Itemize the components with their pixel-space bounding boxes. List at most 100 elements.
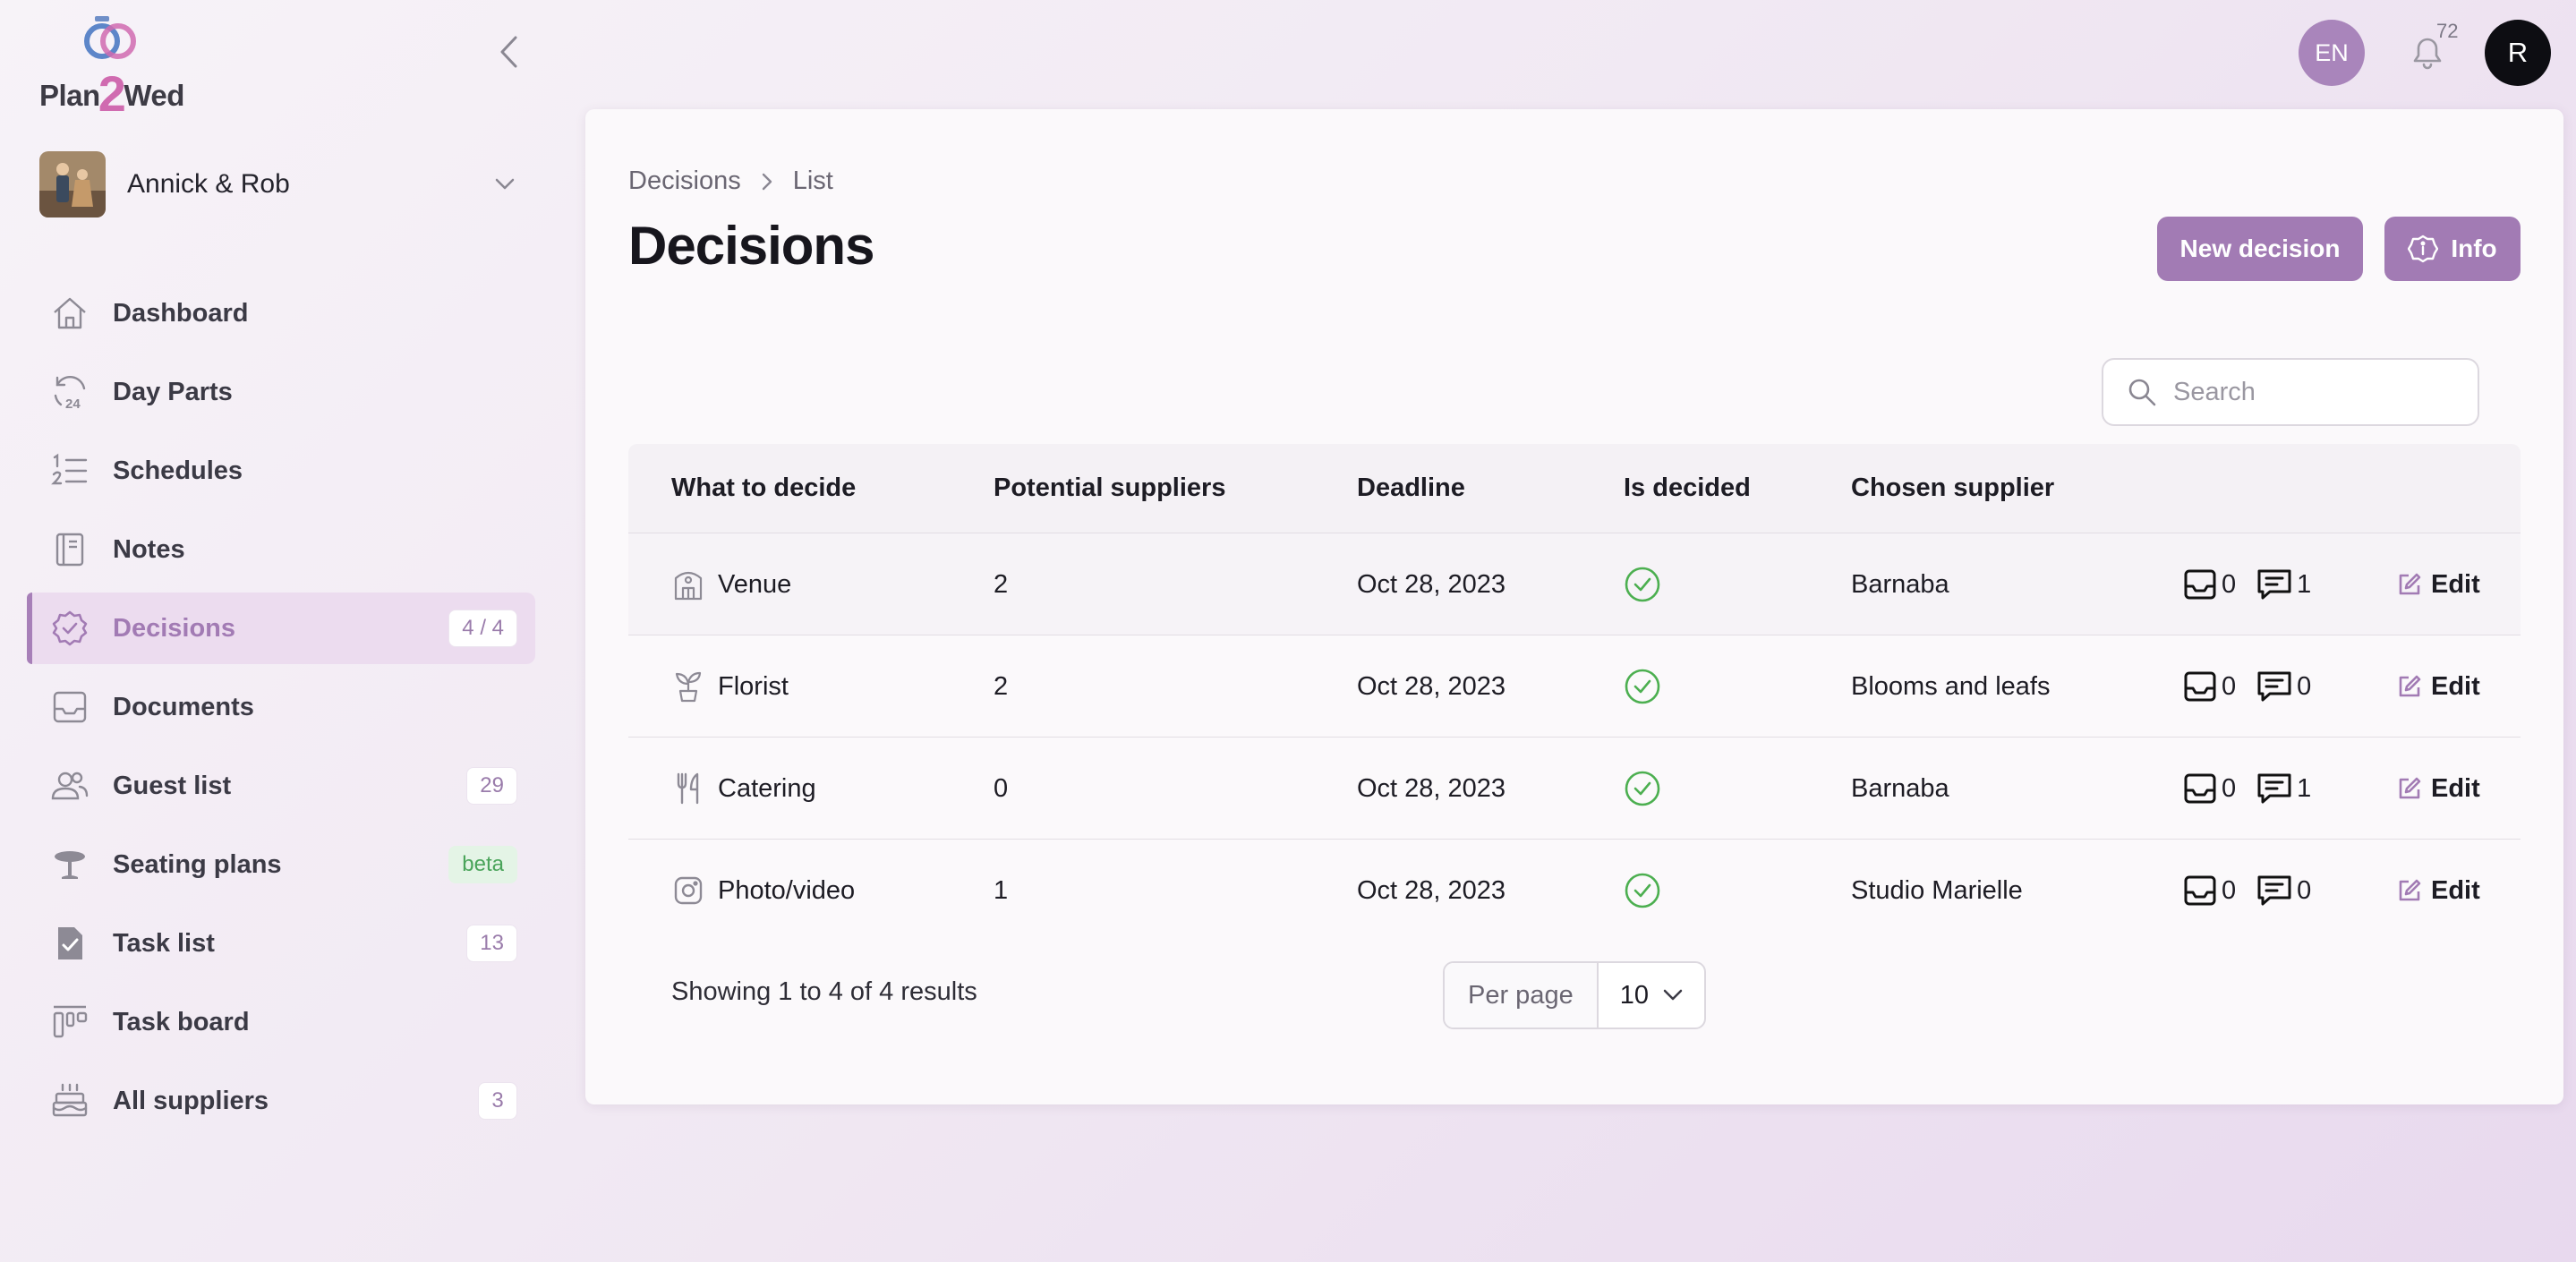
- clipboard-check-icon: [48, 922, 91, 965]
- user-avatar-button[interactable]: R: [2485, 20, 2551, 86]
- edit-button[interactable]: Edit: [2397, 635, 2480, 738]
- supplier-count-badge: 3: [478, 1082, 517, 1120]
- badge-check-icon: [48, 607, 91, 650]
- check-circle-icon: [1625, 873, 1660, 908]
- breadcrumb-decisions-link[interactable]: Decisions: [628, 166, 741, 196]
- new-decision-button[interactable]: New decision: [2157, 217, 2363, 281]
- chevron-down-icon: [1663, 989, 1683, 1001]
- cell-chosen: Studio Marielle: [1851, 875, 2023, 905]
- decision-name: Photo/video: [718, 875, 856, 905]
- decisions-card: Decisions List Decisions New decision In…: [585, 109, 2563, 1104]
- header-deadline[interactable]: Deadline: [1357, 473, 1465, 503]
- cell-deadline: Oct 28, 2023: [1357, 569, 1506, 599]
- table-row[interactable]: Florist 2 Oct 28, 2023 Blooms and leafs …: [628, 635, 2521, 738]
- cell-counts: 0 1: [2182, 533, 2331, 635]
- edit-button[interactable]: Edit: [2397, 840, 2480, 942]
- sidebar-item-seating-plans[interactable]: Seating plans beta: [27, 829, 535, 900]
- header-is-decided[interactable]: Is decided: [1624, 473, 1751, 503]
- sidebar-item-all-suppliers[interactable]: All suppliers 3: [27, 1065, 535, 1137]
- cell-potential: 0: [994, 773, 1009, 803]
- main-nav: Dashboard 24 Day Parts Schedules Notes D…: [27, 277, 535, 1144]
- check-circle-icon: [1625, 669, 1660, 704]
- sidebar-item-schedules[interactable]: Schedules: [27, 435, 535, 507]
- cell-chosen: Barnaba: [1851, 569, 1949, 599]
- sidebar-item-label: Schedules: [113, 456, 243, 485]
- cell-decided: [1624, 533, 1661, 635]
- inbox-icon: [2184, 569, 2216, 600]
- sidebar: Plan2Wed Annick & Rob Dashboard 24 Day P…: [0, 0, 555, 1262]
- chevron-down-icon: [487, 166, 523, 202]
- clock-24-icon: 24: [48, 371, 91, 414]
- per-page-select[interactable]: Per page 10: [1443, 961, 1706, 1029]
- documents-count[interactable]: 0: [2182, 669, 2236, 704]
- sidebar-item-task-list[interactable]: Task list 13: [27, 908, 535, 979]
- decision-name: Catering: [718, 773, 816, 803]
- building-icon: [671, 567, 705, 601]
- cell-decided: [1624, 635, 1661, 738]
- sidebar-item-documents[interactable]: Documents: [27, 671, 535, 743]
- sidebar-item-day-parts[interactable]: 24 Day Parts: [27, 356, 535, 428]
- notebook-icon: [48, 528, 91, 571]
- per-page-value[interactable]: 10: [1599, 981, 1704, 1010]
- sidebar-item-label: All suppliers: [113, 1086, 269, 1115]
- chevron-left-icon: [500, 36, 517, 68]
- page-title: Decisions: [628, 216, 874, 276]
- search-input[interactable]: [2173, 377, 2469, 407]
- decisions-table: What to decide Potential suppliers Deadl…: [628, 444, 2521, 942]
- info-button[interactable]: Info: [2384, 217, 2521, 281]
- table-row[interactable]: Venue 2 Oct 28, 2023 Barnaba 0 1 Edit: [628, 533, 2521, 635]
- header-what-to-decide[interactable]: What to decide: [671, 473, 856, 503]
- collapse-sidebar-button[interactable]: [490, 32, 526, 72]
- cell-what: Venue: [671, 533, 791, 635]
- edit-icon: [2399, 675, 2421, 697]
- cell-potential: 2: [994, 569, 1009, 599]
- documents-count[interactable]: 0: [2182, 873, 2236, 908]
- table-row[interactable]: Photo/video 1 Oct 28, 2023 Studio Mariel…: [628, 840, 2521, 942]
- comments-count[interactable]: 1: [2256, 771, 2311, 806]
- sidebar-item-dashboard[interactable]: Dashboard: [27, 277, 535, 349]
- sidebar-item-label: Notes: [113, 534, 185, 564]
- cake-icon: [48, 1079, 91, 1122]
- comments-count[interactable]: 1: [2256, 567, 2311, 602]
- sidebar-item-label: Task list: [113, 928, 215, 958]
- sidebar-item-label: Task board: [113, 1007, 250, 1036]
- sidebar-item-label: Day Parts: [113, 377, 233, 406]
- app-logo[interactable]: Plan2Wed: [39, 14, 218, 122]
- header-potential-suppliers[interactable]: Potential suppliers: [994, 473, 1225, 503]
- sidebar-item-label: Guest list: [113, 771, 232, 800]
- check-circle-icon: [1625, 771, 1660, 806]
- cell-decided: [1624, 738, 1661, 840]
- edit-icon: [2399, 573, 2421, 595]
- language-switcher[interactable]: EN: [2299, 20, 2365, 86]
- cell-counts: 0 0: [2182, 840, 2331, 942]
- sidebar-item-label: Decisions: [113, 613, 235, 643]
- documents-count[interactable]: 0: [2182, 771, 2236, 806]
- cell-chosen: Blooms and leafs: [1851, 671, 2051, 701]
- home-icon: [48, 292, 91, 335]
- header-chosen-supplier[interactable]: Chosen supplier: [1851, 473, 2054, 503]
- comment-icon: [2257, 671, 2291, 702]
- edit-button[interactable]: Edit: [2397, 738, 2480, 840]
- sidebar-item-task-board[interactable]: Task board: [27, 986, 535, 1058]
- cell-what: Catering: [671, 738, 816, 840]
- inbox-icon: [48, 686, 91, 729]
- logo-wordmark: Plan2Wed: [39, 65, 184, 122]
- notification-count: 72: [2436, 20, 2459, 42]
- cell-counts: 0 1: [2182, 738, 2331, 840]
- table-header: What to decide Potential suppliers Deadl…: [628, 444, 2521, 533]
- edit-button[interactable]: Edit: [2397, 533, 2480, 635]
- sidebar-item-guest-list[interactable]: Guest list 29: [27, 750, 535, 822]
- cell-decided: [1624, 840, 1661, 942]
- couple-switcher[interactable]: Annick & Rob: [39, 149, 523, 220]
- sidebar-item-decisions[interactable]: Decisions 4 / 4: [27, 593, 535, 664]
- numbered-list-icon: [48, 449, 91, 492]
- comments-count[interactable]: 0: [2256, 873, 2311, 908]
- couple-avatar: [39, 151, 106, 217]
- cell-what: Photo/video: [671, 840, 855, 942]
- documents-count[interactable]: 0: [2182, 567, 2236, 602]
- sidebar-item-notes[interactable]: Notes: [27, 514, 535, 585]
- table-row[interactable]: Catering 0 Oct 28, 2023 Barnaba 0 1 Edit: [628, 738, 2521, 840]
- comments-count[interactable]: 0: [2256, 669, 2311, 704]
- comment-icon: [2257, 569, 2291, 600]
- cell-counts: 0 0: [2182, 635, 2331, 738]
